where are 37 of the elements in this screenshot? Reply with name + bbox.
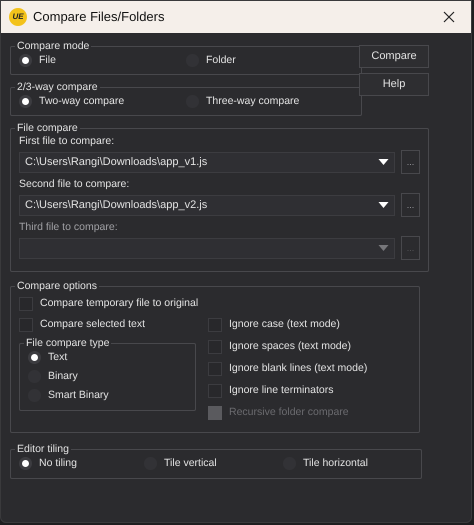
file-dropdown[interactable]: C:\Users\Rangi\Downloads\app_v2.js [19,194,395,216]
checkbox[interactable]: Compare temporary file to original [19,295,411,313]
radio-button[interactable]: Binary [28,368,187,385]
app-logo: UE [9,8,27,26]
window-title: Compare Files/Folders [33,8,164,26]
file-dropdown[interactable]: C:\Users\Rangi\Downloads\app_v1.js [19,152,395,172]
radio-button[interactable]: No tiling [19,455,144,472]
checkbox[interactable]: Ignore spaces (text mode) [208,338,368,356]
checkbox[interactable]: Ignore case (text mode) [208,316,368,334]
browse-button[interactable]: ... [401,150,420,174]
dropdown-arrow-icon [378,159,389,165]
field-label: First file to compare: [19,134,116,148]
field-label: Second file to compare: [19,177,130,191]
group-label: Editor tiling [16,443,70,455]
group-label: Compare mode [16,40,90,52]
dropdown-arrow-icon [378,245,389,251]
radio-button[interactable]: Two-way compare [19,93,186,110]
radio-button[interactable]: File [19,52,186,69]
radio-button[interactable]: Text [28,349,187,366]
checkbox[interactable]: Ignore line terminators [208,382,368,400]
dialog-button[interactable]: Compare [359,45,429,68]
checkbox[interactable]: Ignore blank lines (text mode) [208,360,368,378]
browse-button[interactable]: ... [401,193,420,217]
radio-button[interactable]: Three-way compare [186,93,353,110]
radio-button[interactable]: Folder [186,52,353,69]
group-label: Compare options [16,280,98,292]
checkbox[interactable]: Compare selected text [19,316,205,334]
radio-button[interactable]: Smart Binary [28,387,187,404]
radio-button[interactable]: Tile vertical [144,455,283,472]
group-label: File compare type [25,337,110,349]
group-label: 2/3-way compare [16,81,99,93]
dialog-button[interactable]: Help [359,73,429,96]
dropdown-arrow-icon [378,202,389,208]
field-label: Third file to compare: [19,220,119,234]
close-icon[interactable] [443,11,455,23]
radio-button[interactable]: Tile horizontal [283,455,413,472]
group-label: File compare [16,122,79,134]
